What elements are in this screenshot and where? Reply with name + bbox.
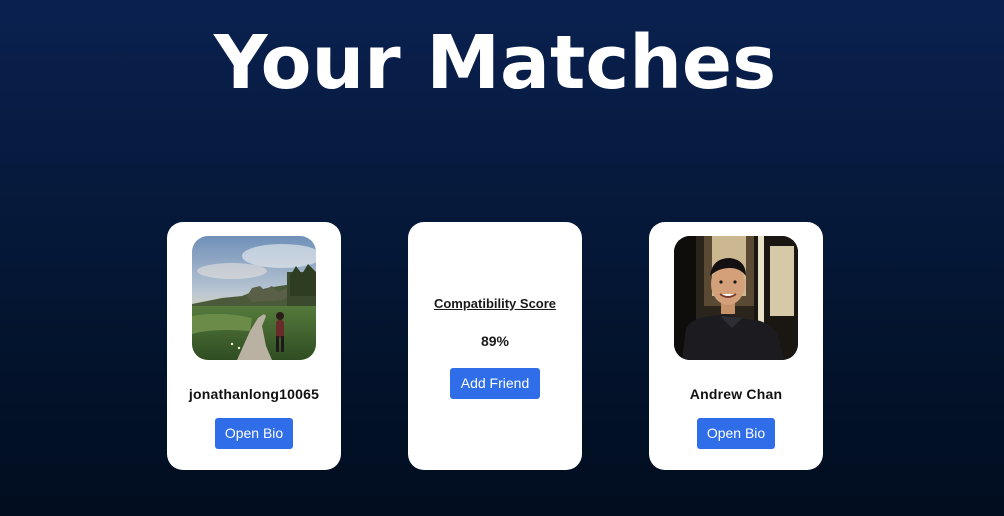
- match-username: Andrew Chan: [689, 386, 783, 402]
- add-friend-button[interactable]: Add Friend: [450, 368, 540, 399]
- open-bio-button[interactable]: Open Bio: [697, 418, 775, 449]
- compatibility-card: Compatibility Score 89% Add Friend: [408, 222, 582, 470]
- compatibility-score-label: Compatibility Score: [433, 296, 557, 311]
- match-username: jonathanlong10065: [188, 386, 320, 402]
- compatibility-score-value: 89%: [480, 333, 510, 349]
- profile-photo: [192, 236, 316, 360]
- match-card-left: jonathanlong10065 Open Bio: [167, 222, 341, 470]
- page-title: Your Matches: [213, 20, 777, 106]
- profile-photo: [674, 236, 798, 360]
- match-card-right: Andrew Chan Open Bio: [649, 222, 823, 470]
- open-bio-button[interactable]: Open Bio: [215, 418, 293, 449]
